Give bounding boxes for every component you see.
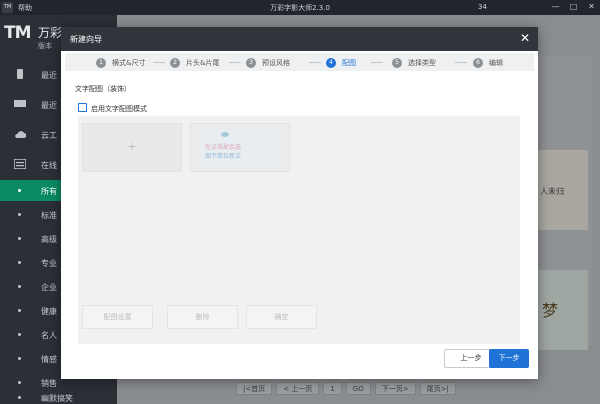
new-project-wizard-dialog: 新建向导 ✕ 1 横式&尺寸 2 片头&片尾 3 预设风格 4 配图 5 选择类… (61, 27, 538, 379)
sidebar-subitem-label: 健康 (41, 307, 57, 316)
close-icon[interactable]: ✕ (520, 31, 530, 45)
bullet-icon (18, 189, 21, 192)
sidebar-subitem-label: 名人 (41, 331, 57, 340)
pagination: |<首页 < 上一页 1 GO 下一页> 尾页>| (236, 382, 456, 396)
sidebar-subitem[interactable]: 幽默搞笑 (0, 391, 117, 404)
step-number: 2 (170, 57, 180, 68)
plus-icon: + (127, 140, 137, 153)
window-controls: — □ ✕ (551, 2, 596, 12)
wizard-steps: 1 横式&尺寸 2 片头&片尾 3 预设风格 4 配图 5 选择类型 6 编辑 (65, 53, 534, 71)
brand: TM 万彩 版本 (4, 23, 62, 50)
next-page-button[interactable]: 下一页> (374, 382, 416, 395)
thumbnail-image: 在点击配合选 图下单位新文 (199, 129, 279, 169)
step-separator (371, 62, 383, 63)
step-select-type[interactable]: 5 选择类型 (392, 56, 436, 69)
last-page-button[interactable]: 尾页>| (419, 382, 456, 395)
step-intro-outro[interactable]: 2 片头&片尾 (170, 56, 219, 69)
add-illustration-slot[interactable]: + (82, 123, 182, 172)
sidebar-subitem-label: 情感 (41, 355, 57, 364)
thumbnail-text: 图下单位新文 (205, 153, 242, 160)
enable-text-illustration-checkbox[interactable] (78, 103, 87, 112)
step-edit[interactable]: 6 编辑 (473, 56, 503, 69)
title-bar: TM 帮助 万彩字影大师2.3.0 34 — □ ✕ (0, 0, 600, 15)
step-number: 6 (473, 57, 483, 68)
bullet-icon (18, 237, 21, 240)
sidebar-subitem-label: 企业 (41, 283, 57, 292)
step-label: 编辑 (489, 58, 503, 67)
sidebar-subitem-label: 幽默搞笑 (41, 394, 73, 403)
sidebar-subitem-label: 标准 (41, 211, 57, 220)
bullet-icon (18, 396, 21, 399)
section-label: 文字配图（装饰） (75, 85, 131, 93)
maximize-icon[interactable]: □ (569, 2, 578, 12)
user-id[interactable]: 34 (478, 3, 487, 11)
bullet-icon (18, 333, 21, 336)
next-step-button[interactable]: 下一步 (489, 349, 529, 368)
prev-page-button[interactable]: < 上一页 (276, 382, 320, 395)
delete-button[interactable]: 删除 (167, 305, 238, 329)
cloud-icon (15, 131, 26, 138)
step-number: 5 (392, 57, 402, 68)
step-label: 片头&片尾 (186, 58, 220, 67)
step-label: 横式&尺寸 (112, 58, 146, 67)
bullet-icon (18, 285, 21, 288)
bullet-icon (18, 213, 21, 216)
illustration-thumbnail[interactable]: 在点击配合选 图下单位新文 (190, 123, 290, 172)
close-window-icon[interactable]: ✕ (587, 2, 596, 12)
bird-icon (221, 132, 229, 137)
step-preset-style[interactable]: 3 预设风格 (246, 56, 290, 69)
bullet-icon (18, 381, 21, 384)
brand-name: 万彩 (38, 26, 63, 40)
first-page-button[interactable]: |<首页 (236, 382, 273, 395)
monitor-icon (14, 100, 26, 107)
brand-logo: TM (4, 23, 31, 43)
dialog-title: 新建向导 (70, 35, 102, 44)
step-number: 4 (326, 57, 336, 68)
template-card-text: 梦 (542, 301, 559, 320)
sidebar-subitem-label: 专业 (41, 259, 57, 268)
sidebar-item-label: 在线 (41, 161, 57, 170)
template-icon (14, 159, 26, 169)
go-button[interactable]: GO (345, 382, 371, 395)
window-title: 万彩字影大师2.3.0 (270, 4, 330, 12)
step-separator (229, 62, 241, 63)
illustration-settings-button[interactable]: 配图设置 (82, 305, 153, 329)
sidebar-subitem-label: 高级 (41, 235, 57, 244)
step-separator (455, 62, 467, 63)
sidebar-item-label: 最近 (41, 101, 57, 110)
mobile-icon (17, 69, 23, 79)
brand-version: 版本 (38, 42, 52, 50)
step-separator (309, 62, 321, 63)
step-illustration[interactable]: 4 配图 (326, 56, 356, 69)
confirm-button[interactable]: 确定 (246, 305, 317, 329)
step-size[interactable]: 1 横式&尺寸 (96, 56, 145, 69)
bullet-icon (18, 309, 21, 312)
sidebar-item-label: 云工 (41, 131, 57, 140)
thumbnail-text: 在点击配合选 (205, 144, 242, 151)
minimize-icon[interactable]: — (551, 2, 560, 12)
sidebar-subitem-label: 销售 (41, 379, 57, 388)
step-label: 选择类型 (408, 58, 436, 67)
sidebar-item-label: 最近 (41, 71, 57, 80)
step-label: 预设风格 (262, 58, 290, 67)
template-card-text: 人未归 (540, 187, 564, 196)
step-number: 1 (96, 57, 106, 68)
page-number-input[interactable]: 1 (323, 382, 342, 395)
checkbox-label[interactable]: 启用文字配图模式 (91, 104, 147, 114)
bullet-icon (18, 357, 21, 360)
step-number: 3 (246, 57, 256, 68)
dialog-header: 新建向导 ✕ (61, 27, 538, 51)
step-label: 配图 (342, 58, 356, 67)
step-separator (153, 62, 165, 63)
bullet-icon (18, 261, 21, 264)
sidebar-subitem-label: 所有 (41, 187, 57, 196)
